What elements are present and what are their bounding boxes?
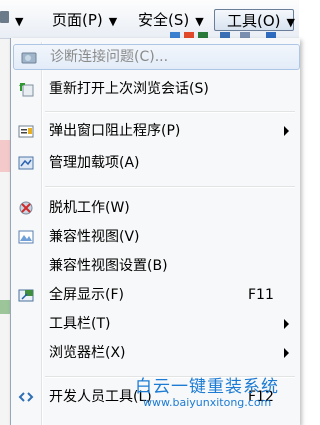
safety-menu-label: 安全(S) [138, 11, 190, 29]
submenu-arrow-icon [284, 348, 289, 358]
menu-item-fullscreen[interactable]: 全屏显示(F) F11 [11, 282, 300, 308]
menu-item-label: 工具栏(T) [49, 316, 111, 332]
menu-item-popup-blocker[interactable]: 弹出窗口阻止程序(P) [11, 118, 300, 144]
menu-separator [45, 186, 295, 188]
work-offline-icon [18, 200, 34, 216]
menu-item-work-offline[interactable]: 脱机工作(W) [11, 195, 300, 221]
print-dropdown-arrow[interactable]: ▼ [9, 9, 23, 31]
menu-item-toolbars[interactable]: 工具栏(T) [11, 311, 300, 337]
menu-item-compatibility-view[interactable]: 兼容性视图(V) [11, 224, 300, 250]
tools-menu-label: 工具(O) [227, 12, 281, 30]
submenu-arrow-icon [284, 319, 289, 329]
manage-addons-icon [18, 155, 34, 171]
background-page-fragment [0, 140, 10, 172]
menu-item-label: 兼容性视图(V) [49, 229, 140, 245]
safety-menu-button[interactable]: 安全(S) ▼ [138, 9, 204, 31]
compatibility-view-icon [18, 229, 34, 245]
page-menu-label: 页面(P) [52, 11, 103, 29]
menu-item-explorer-bars[interactable]: 浏览器栏(X) [11, 340, 300, 366]
reopen-session-icon [18, 81, 34, 97]
fullscreen-icon [18, 287, 34, 303]
tools-dropdown-menu: 诊断连接问题(C)... 重新打开上次浏览会话(S) 弹出窗口阻止程序(P) 管… [10, 38, 300, 425]
menu-item-label: 兼容性视图设置(B) [49, 258, 168, 274]
chevron-down-icon: ▼ [286, 16, 295, 29]
background-page-fragment [0, 300, 10, 314]
menu-item-diagnose-connection[interactable]: 诊断连接问题(C)... [13, 44, 300, 70]
menu-item-label: 浏览器栏(X) [49, 345, 126, 361]
menu-item-manage-addons[interactable]: 管理加载项(A) [11, 150, 300, 176]
menu-item-label: 诊断连接问题(C)... [50, 49, 169, 65]
menu-item-compatibility-view-settings[interactable]: 兼容性视图设置(B) [11, 253, 300, 279]
menu-item-label: 重新打开上次浏览会话(S) [49, 81, 209, 97]
watermark-title: 白云一键重装系统 [135, 377, 279, 397]
background-page [0, 0, 10, 425]
command-bar: ▼ 页面(P) ▼ 安全(S) ▼ 工具(O) ▼ [0, 0, 299, 41]
diagnose-icon [21, 50, 37, 66]
tools-menu-button[interactable]: 工具(O) ▼ [214, 9, 295, 31]
menu-item-shortcut: F11 [248, 287, 274, 303]
chevron-down-icon: ▼ [108, 15, 118, 28]
page-menu-button[interactable]: 页面(P) ▼ [52, 9, 117, 31]
submenu-arrow-icon [284, 126, 289, 136]
popup-blocker-icon [18, 123, 34, 139]
menu-item-reopen-session[interactable]: 重新打开上次浏览会话(S) [11, 76, 300, 102]
printer-icon[interactable] [0, 11, 9, 23]
menu-separator [45, 111, 295, 113]
chevron-down-icon: ▼ [195, 15, 204, 28]
menu-item-label: 脱机工作(W) [49, 200, 130, 216]
menu-item-label: 弹出窗口阻止程序(P) [49, 123, 181, 139]
menu-item-label: 管理加载项(A) [49, 155, 140, 171]
menu-item-label: 全屏显示(F) [49, 287, 124, 303]
developer-tools-icon [18, 389, 34, 405]
watermark-url: www.baiyunxitong.com [143, 396, 272, 409]
